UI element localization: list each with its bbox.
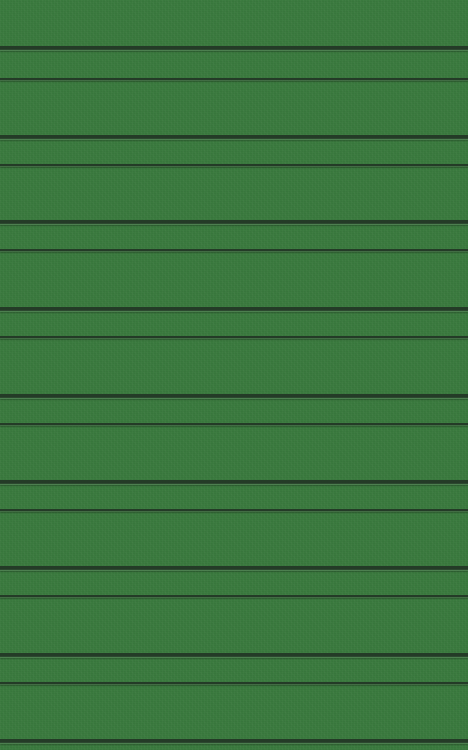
panel-groove (0, 307, 468, 312)
panel-groove (0, 509, 468, 512)
panel-groove (0, 480, 468, 485)
panel-groove (0, 595, 468, 598)
panel-groove (0, 423, 468, 426)
felt-background (0, 0, 468, 750)
panel-groove (0, 249, 468, 252)
panel-groove (0, 394, 468, 399)
panel-groove (0, 739, 468, 744)
panel-groove (0, 336, 468, 339)
panel-groove (0, 78, 468, 81)
panel-groove (0, 220, 468, 225)
panel-groove (0, 682, 468, 685)
panel-groove (0, 164, 468, 167)
panel-groove (0, 653, 468, 658)
panel-groove (0, 46, 468, 51)
panel-groove (0, 566, 468, 571)
panel-groove (0, 135, 468, 140)
